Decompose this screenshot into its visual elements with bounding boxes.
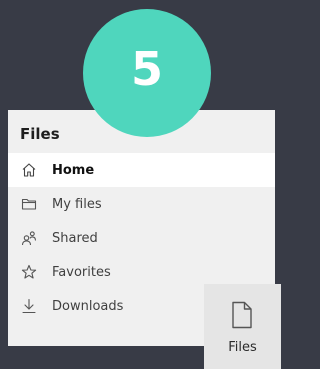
files-tile-label: Files xyxy=(228,340,257,355)
step-badge: 5 xyxy=(83,9,211,137)
step-number: 5 xyxy=(130,42,163,96)
document-icon xyxy=(231,301,253,329)
nav-label-downloads: Downloads xyxy=(52,298,124,314)
nav-item-home[interactable]: Home xyxy=(8,153,275,187)
folder-icon xyxy=(21,196,37,212)
nav-label-my-files: My files xyxy=(52,196,102,212)
files-tile-button[interactable]: Files xyxy=(204,284,281,369)
panel-title: Files xyxy=(20,125,60,143)
nav-label-shared: Shared xyxy=(52,230,98,246)
download-icon xyxy=(21,298,37,314)
people-icon xyxy=(21,230,37,246)
nav-item-my-files[interactable]: My files xyxy=(8,187,275,221)
star-icon xyxy=(21,264,37,280)
home-icon xyxy=(21,162,37,178)
nav-label-home: Home xyxy=(52,162,95,178)
nav-label-favorites: Favorites xyxy=(52,264,111,280)
nav-item-shared[interactable]: Shared xyxy=(8,221,275,255)
